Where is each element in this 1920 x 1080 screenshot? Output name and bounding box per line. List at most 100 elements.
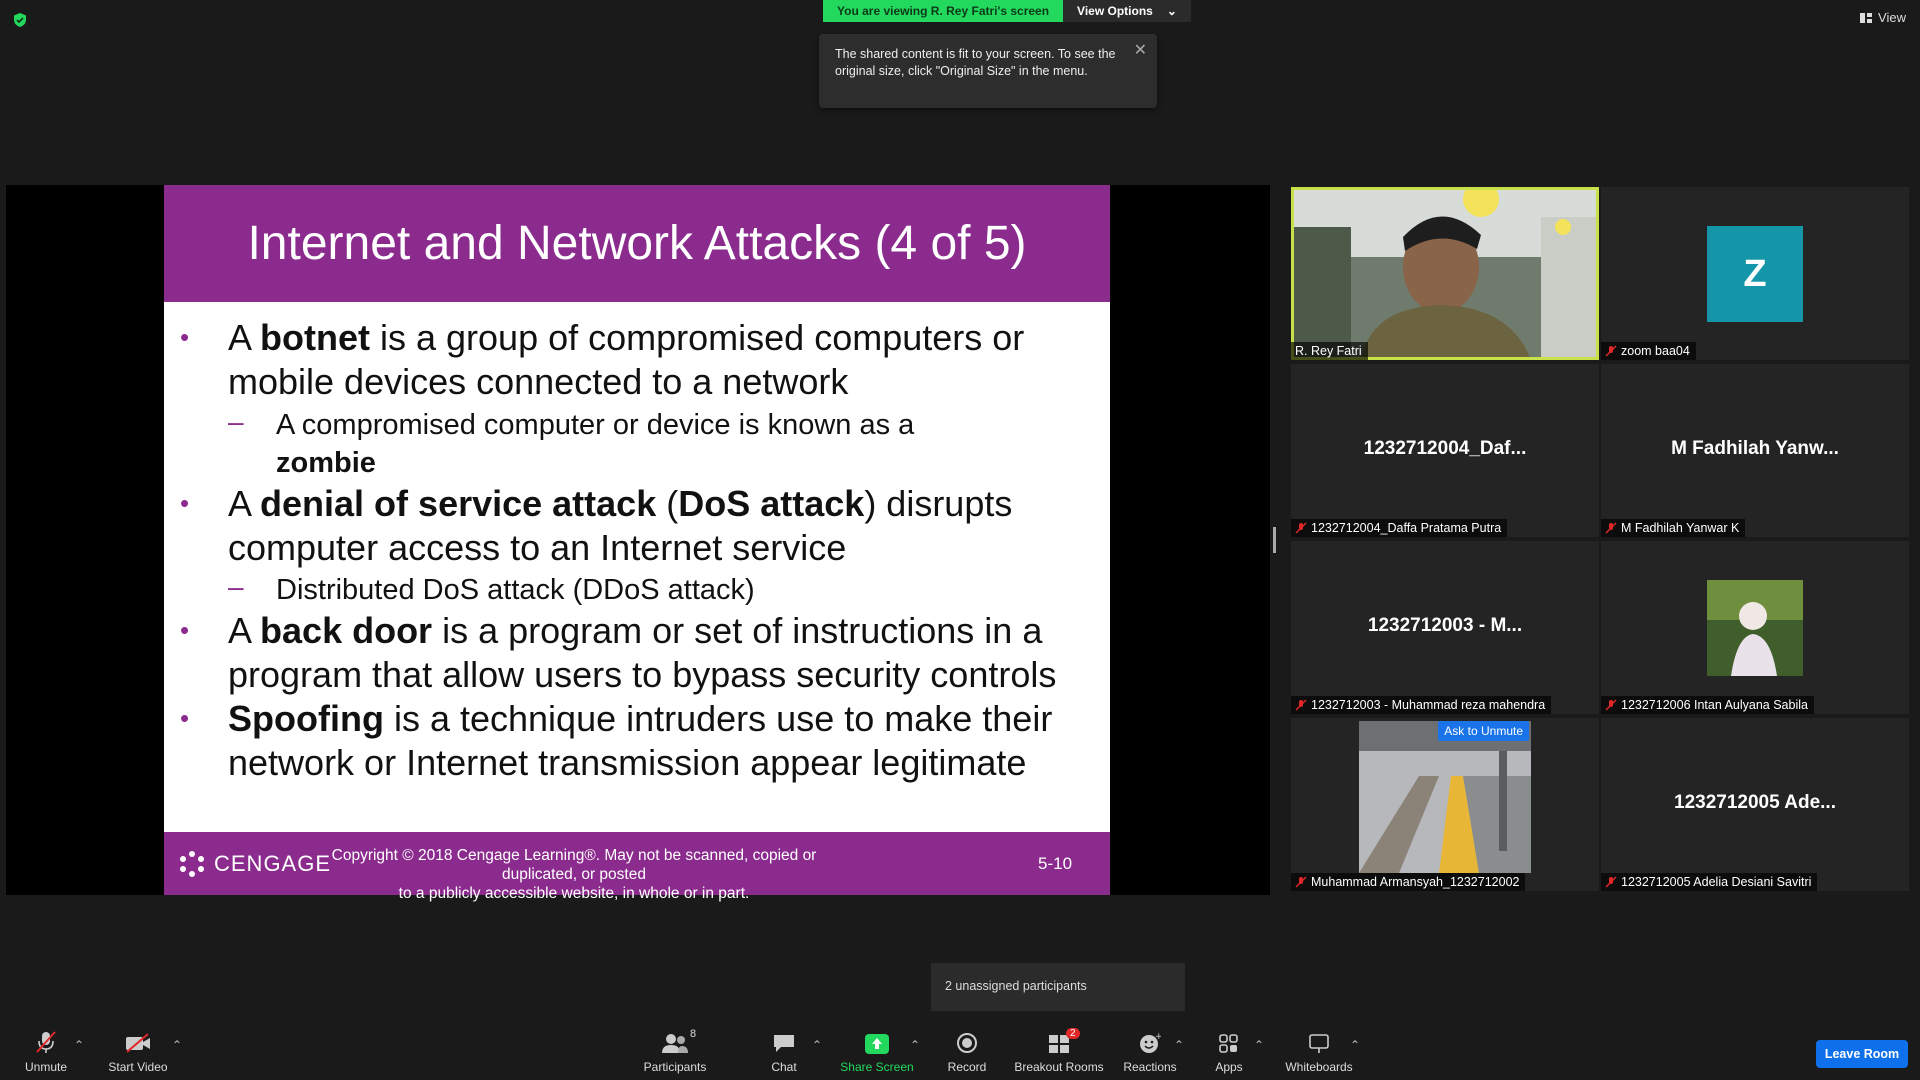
- apps-button[interactable]: Apps: [1212, 1030, 1246, 1074]
- bullet-dos-line2: computer access to an Internet service: [228, 527, 847, 568]
- participant-name-label: M Fadhilah Yanwar K: [1601, 519, 1746, 537]
- mic-muted-icon: [1605, 345, 1617, 357]
- avatar: [1707, 580, 1803, 676]
- chevron-up-icon[interactable]: ⌃: [74, 1038, 84, 1052]
- record-icon: [957, 1033, 977, 1053]
- video-off-icon: [126, 1033, 150, 1053]
- view-options-button[interactable]: View Options ⌄: [1063, 0, 1191, 22]
- copyright-line-1: Copyright © 2018 Cengage Learning®. May …: [331, 847, 817, 883]
- share-screen-icon: [865, 1034, 889, 1054]
- bullet-dos: A denial of service attack (DoS attack) …: [228, 483, 1013, 524]
- mic-muted-icon: [36, 1031, 56, 1053]
- presentation-slide: Internet and Network Attacks (4 of 5) • …: [164, 185, 1110, 902]
- apps-icon: [1219, 1034, 1238, 1053]
- ask-to-unmute-button[interactable]: Ask to Unmute: [1438, 721, 1529, 741]
- whiteboards-button[interactable]: Whiteboards: [1282, 1030, 1356, 1074]
- viewing-banner: You are viewing R. Rey Fatri's screen Vi…: [823, 0, 1191, 22]
- chevron-up-icon[interactable]: ⌃: [812, 1038, 822, 1052]
- participant-video-feed: [1291, 187, 1599, 360]
- sub-bullet-zombie: A compromised computer or device is know…: [276, 409, 915, 441]
- video-tile-adelia[interactable]: 1232712005 Ade... 1232712005 Adelia Desi…: [1601, 718, 1909, 891]
- participant-name-label: zoom baa04: [1601, 342, 1696, 360]
- participants-button[interactable]: 8 Participants: [640, 1028, 710, 1074]
- participant-name-large: M Fadhilah Yanw...: [1671, 438, 1839, 459]
- bullet-back-door-line2: program that allow users to bypass secur…: [228, 654, 1057, 695]
- video-tile-armansyah[interactable]: Ask to Unmute Muhammad Armansyah_1232712…: [1291, 718, 1599, 891]
- cengage-wordmark: CENGAGE: [214, 851, 332, 876]
- close-icon[interactable]: ✕: [1134, 40, 1147, 60]
- video-tile-daffa[interactable]: 1232712004_Daf... 1232712004_Daffa Prata…: [1291, 364, 1599, 537]
- view-button[interactable]: View: [1860, 10, 1906, 25]
- chevron-down-icon: ⌄: [1166, 4, 1177, 18]
- participants-icon: [662, 1034, 688, 1053]
- breakout-rooms-button[interactable]: 2 Breakout Rooms: [1014, 1028, 1104, 1074]
- chat-icon: [774, 1035, 794, 1052]
- bullet-botnet: A botnet is a group of compromised compu…: [228, 317, 1025, 358]
- participant-name-label: R. Rey Fatri: [1291, 342, 1368, 360]
- copyright-line-2: to a publicly accessible website, in who…: [398, 885, 750, 902]
- chevron-up-icon[interactable]: ⌃: [172, 1038, 182, 1052]
- share-screen-button[interactable]: Share Screen: [840, 1030, 914, 1074]
- reactions-label: Reactions: [1123, 1060, 1177, 1074]
- mic-muted-icon: [1295, 876, 1307, 888]
- reactions-button[interactable]: + Reactions: [1122, 1030, 1178, 1074]
- tooltip-text: The shared content is fit to your screen…: [835, 47, 1116, 78]
- view-label: View: [1878, 10, 1906, 25]
- unassigned-participants-popover: 2 unassigned participants: [931, 963, 1185, 1011]
- participant-name-large: 1232712005 Ade...: [1674, 792, 1836, 813]
- chevron-up-icon[interactable]: ⌃: [1254, 1038, 1264, 1052]
- video-tile-reza[interactable]: 1232712003 - M... 1232712003 - Muhammad …: [1291, 541, 1599, 714]
- record-label: Record: [947, 1060, 987, 1074]
- participant-name-label: 1232712004_Daffa Pratama Putra: [1291, 519, 1508, 537]
- video-tile-zoom-baa04[interactable]: Z zoom baa04: [1601, 187, 1909, 360]
- participant-name-large: 1232712003 - M...: [1367, 615, 1523, 636]
- chevron-up-icon[interactable]: ⌃: [910, 1038, 920, 1052]
- mic-muted-icon: [1605, 699, 1617, 711]
- record-button[interactable]: Record: [944, 1030, 990, 1074]
- participants-label: Participants: [643, 1060, 707, 1074]
- slide-body: • A botnet is a group of compromised com…: [164, 302, 1110, 832]
- dash-icon: –: [228, 406, 244, 437]
- bullet-icon: •: [180, 488, 190, 518]
- slide-page-number: 5-10: [1038, 854, 1073, 873]
- view-options-label: View Options: [1077, 4, 1153, 18]
- cengage-logo: CENGAGE: [178, 850, 331, 878]
- chevron-up-icon[interactable]: ⌃: [1350, 1038, 1360, 1052]
- leave-room-button[interactable]: Leave Room: [1816, 1040, 1908, 1068]
- avatar: Z: [1707, 226, 1803, 322]
- mic-muted-icon: [1605, 876, 1617, 888]
- bullet-icon: •: [180, 703, 190, 733]
- participant-name-label: Muhammad Armansyah_1232712002: [1291, 873, 1526, 891]
- participant-video-feed: [1359, 721, 1531, 873]
- chevron-up-icon[interactable]: ⌃: [1174, 1038, 1184, 1052]
- participant-name-label: 1232712005 Adelia Desiani Savitri: [1601, 873, 1818, 891]
- split-divider-handle[interactable]: [1273, 527, 1276, 553]
- apps-label: Apps: [1215, 1060, 1243, 1074]
- bullet-spoofing: Spoofing is a technique intruders use to…: [228, 698, 1053, 739]
- slide-footer: CENGAGE Copyright © 2018 Cengage Learnin…: [164, 832, 1110, 902]
- chat-label: Chat: [771, 1060, 797, 1074]
- bullet-icon: •: [180, 615, 190, 645]
- popover-text: 2 unassigned participants: [945, 979, 1087, 993]
- unmute-button[interactable]: Unmute: [18, 1030, 74, 1074]
- video-tile-intan[interactable]: 1232712006 Intan Aulyana Sabila: [1601, 541, 1909, 714]
- participant-name-label: 1232712003 - Muhammad reza mahendra: [1291, 696, 1552, 714]
- participants-count: 8: [690, 1028, 697, 1040]
- start-video-label: Start Video: [108, 1060, 168, 1074]
- dash-icon: –: [228, 571, 244, 602]
- bullet-botnet-line2: mobile devices connected to a network: [228, 361, 849, 402]
- video-tile-fadhilah[interactable]: M Fadhilah Yanw... M Fadhilah Yanwar K: [1601, 364, 1909, 537]
- participant-name-large: 1232712004_Daf...: [1363, 438, 1527, 459]
- start-video-button[interactable]: Start Video: [106, 1030, 170, 1074]
- security-shield-icon[interactable]: [12, 12, 28, 28]
- svg-text:+: +: [1155, 1032, 1161, 1042]
- viewing-status: You are viewing R. Rey Fatri's screen: [823, 0, 1064, 22]
- mic-muted-icon: [1295, 522, 1307, 534]
- bullet-back-door: A back door is a program or set of instr…: [228, 610, 1043, 651]
- whiteboards-label: Whiteboards: [1285, 1060, 1353, 1074]
- video-tile-r-rey-fatri[interactable]: R. Rey Fatri: [1291, 187, 1599, 360]
- slide-title-bar: Internet and Network Attacks (4 of 5): [164, 185, 1110, 302]
- breakout-rooms-label: Breakout Rooms: [1014, 1060, 1104, 1074]
- chat-button[interactable]: Chat: [764, 1030, 804, 1074]
- slide-copyright: Copyright © 2018 Cengage Learning®. May …: [324, 846, 824, 903]
